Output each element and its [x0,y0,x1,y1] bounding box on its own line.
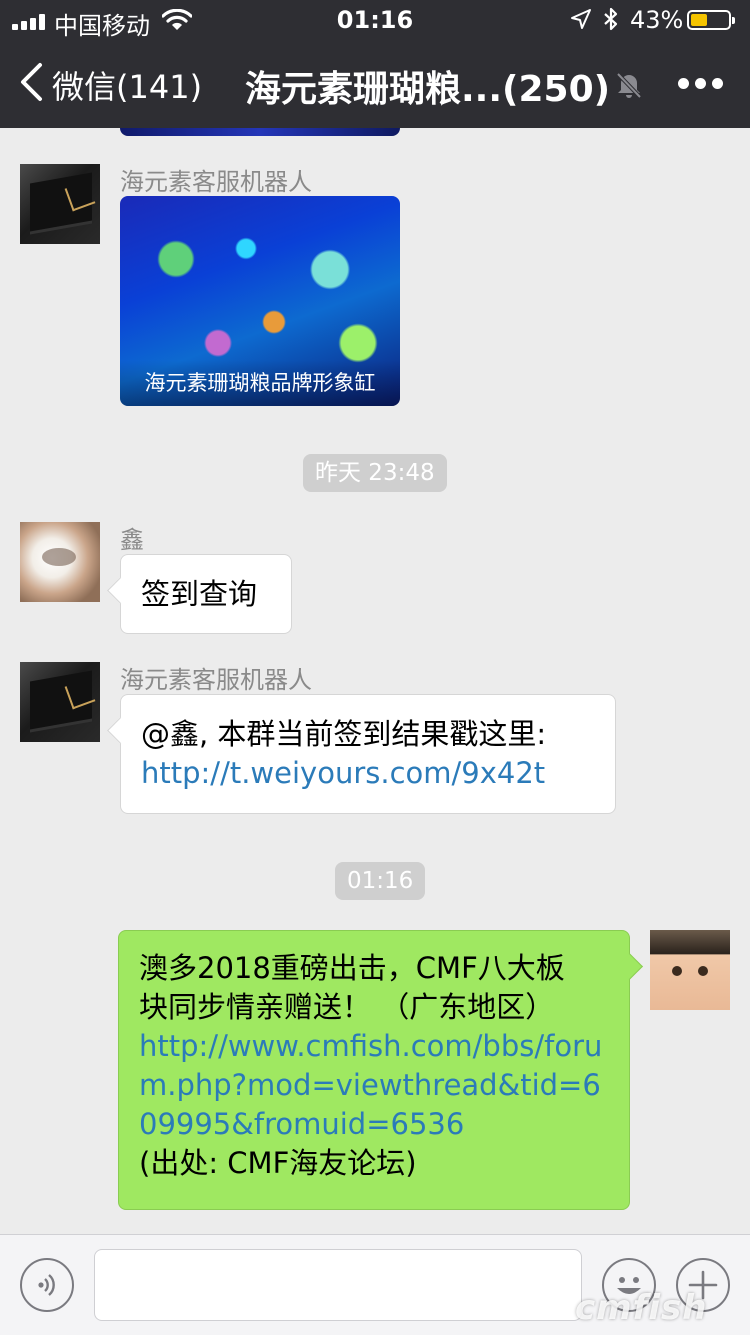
page-title: 海元素珊瑚粮...(250) [245,69,611,110]
message-bubble[interactable]: @鑫, 本群当前签到结果戳这里: http://t.weiyours.com/9… [120,694,616,814]
avatar[interactable] [20,662,100,742]
avatar[interactable] [20,522,100,602]
message-text: @鑫, 本群当前签到结果戳这里: [141,717,547,751]
avatar[interactable] [20,164,100,244]
message-link[interactable]: http://www.cmfish.com/bbs/forum.php?mod=… [139,1027,609,1144]
message-link[interactable]: http://t.weiyours.com/9x42t [141,754,595,793]
bell-muted-icon [616,72,642,99]
message-text: 澳多2018重磅出击，CMF八大板 [139,951,565,985]
top-bar: 中国移动 01:16 43% 微信(141) 海元素珊瑚粮...(250) [0,0,750,128]
location-arrow-icon [571,9,591,29]
image-message[interactable]: 海元素珊瑚粮品牌形象缸 [120,196,400,406]
status-bar: 中国移动 01:16 43% [0,0,750,40]
voice-button[interactable] [20,1258,74,1312]
chevron-left-icon[interactable] [18,62,44,102]
bluetooth-icon [604,7,618,31]
message-bubble[interactable]: 签到查询 [120,554,292,634]
previous-image-edge [120,128,400,136]
battery-percent: 43% [630,6,684,34]
timestamp: 昨天 23:48 [303,454,447,492]
voice-icon [38,1274,55,1296]
message-text: 块同步情亲赠送！ （广东地区） [139,990,555,1024]
back-button[interactable]: 微信(141) [52,62,202,108]
image-caption: 海元素珊瑚粮品牌形象缸 [120,360,400,406]
message-bubble[interactable]: 澳多2018重磅出击，CMF八大板 块同步情亲赠送！ （广东地区） http:/… [118,930,630,1210]
message-source: (出处: CMF海友论坛) [139,1146,417,1180]
watermark: cmfish [575,1288,708,1328]
sender-name: 海元素客服机器人 [120,168,312,196]
battery-icon [687,10,735,30]
sender-name: 鑫 [120,526,144,554]
message-input[interactable] [94,1249,582,1321]
battery-fill [691,14,707,26]
timestamp: 01:16 [335,862,426,900]
message-list[interactable]: 海元素客服机器人 海元素珊瑚粮品牌形象缸 昨天 23:48 鑫 签到查询 海元素… [0,128,750,1234]
more-icon[interactable] [678,78,724,90]
sender-name: 海元素客服机器人 [120,666,312,694]
message-text: 签到查询 [141,577,258,611]
avatar[interactable] [650,930,730,1010]
chat-header: 微信(141) 海元素珊瑚粮...(250) [0,40,750,128]
